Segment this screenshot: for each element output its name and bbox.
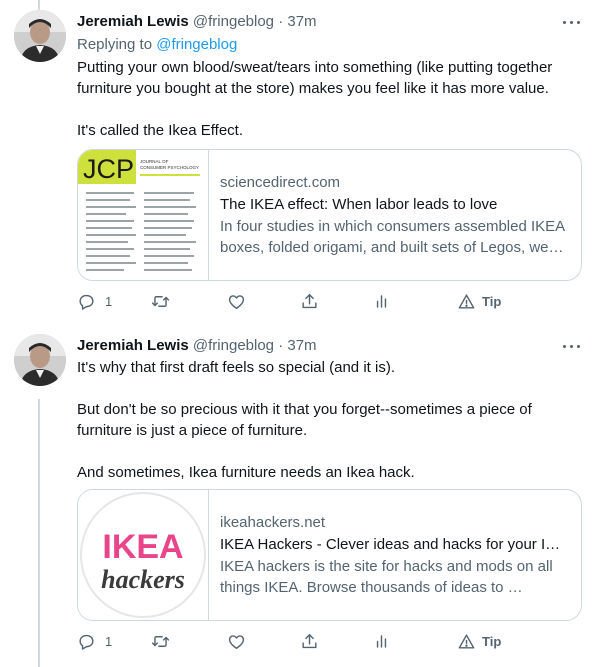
share-icon (302, 633, 317, 648)
separator: · (278, 13, 284, 30)
retweet-button[interactable] (151, 289, 170, 313)
author-name[interactable]: Jeremiah Lewis (77, 337, 189, 354)
card-thumb-subtitle-1: JOURNAL OF (140, 159, 169, 164)
tip-label: Tip (482, 293, 502, 309)
tweet-actions: 1 Tip (70, 629, 590, 653)
tip-label: Tip (482, 633, 502, 649)
tweet-1[interactable]: Jeremiah Lewis @fringeblog · 37m Replyin… (0, 0, 601, 322)
card-thumbnail: IKEA hackers (78, 490, 209, 620)
card-thumb-logo-top: IKEA (102, 528, 183, 566)
replying-prefix: Replying to (77, 36, 157, 53)
tip-icon (458, 293, 475, 309)
tweet-header: Jeremiah Lewis @fringeblog · 37m (77, 12, 317, 32)
card-body: ikeahackers.net IKEA Hackers - Clever id… (220, 512, 570, 598)
tweet-text: Putting your own blood/sweat/tears into … (77, 57, 577, 141)
tweet-paragraph: Putting your own blood/sweat/tears into … (77, 59, 553, 97)
share-icon (302, 293, 317, 308)
analytics-button[interactable] (372, 629, 391, 653)
like-icon (228, 634, 245, 649)
card-domain: sciencedirect.com (220, 174, 341, 191)
card-thumb-logo: JCP (83, 154, 134, 184)
avatar[interactable] (14, 334, 66, 386)
reply-count: 1 (105, 293, 113, 309)
author-name[interactable]: Jeremiah Lewis (77, 13, 189, 30)
more-icon[interactable] (561, 12, 583, 32)
tip-button[interactable]: Tip (457, 289, 501, 313)
link-card[interactable]: IKEA hackers ikeahackers.net IKEA Hacker… (77, 489, 582, 621)
avatar[interactable] (14, 10, 66, 62)
tweet-paragraph: It's why that first draft feels so speci… (77, 359, 395, 376)
timestamp[interactable]: 37m (287, 337, 316, 354)
author-handle[interactable]: @fringeblog (193, 337, 274, 354)
card-thumbnail: JCP JOURNAL OF CONSUMER PSYCHOLOGY (78, 150, 209, 280)
share-button[interactable] (300, 629, 319, 653)
retweet-button[interactable] (151, 629, 170, 653)
card-thumb-subtitle-2: CONSUMER PSYCHOLOGY (140, 165, 199, 170)
analytics-icon (376, 294, 387, 308)
tweet-2[interactable]: Jeremiah Lewis @fringeblog · 37m It's wh… (0, 322, 601, 667)
reply-count: 1 (105, 633, 113, 649)
analytics-icon (376, 634, 387, 648)
card-thumb-logo-bottom: hackers (101, 565, 185, 594)
retweet-icon (151, 295, 170, 307)
card-description: In four studies in which consumers assem… (220, 218, 565, 256)
tip-icon (458, 633, 475, 649)
separator: · (278, 337, 284, 354)
replying-to: Replying to @fringeblog (77, 35, 237, 55)
timestamp[interactable]: 37m (287, 13, 316, 30)
reply-icon (79, 634, 94, 650)
more-icon[interactable] (561, 336, 583, 356)
card-domain: ikeahackers.net (220, 514, 326, 531)
card-title: The IKEA effect: When labor leads to lov… (220, 196, 498, 213)
like-button[interactable] (227, 289, 246, 313)
analytics-button[interactable] (372, 289, 391, 313)
tweet-paragraph: But don't be so precious with it that yo… (77, 401, 532, 439)
tip-button[interactable]: Tip (457, 629, 501, 653)
author-handle[interactable]: @fringeblog (193, 13, 274, 30)
tweet-header: Jeremiah Lewis @fringeblog · 37m (77, 336, 317, 356)
reply-icon (79, 294, 94, 310)
tweet-text: It's why that first draft feels so speci… (77, 357, 577, 483)
replying-handle-link[interactable]: @fringeblog (156, 36, 237, 53)
link-card[interactable]: JCP JOURNAL OF CONSUMER PSYCHOLOGY scien… (77, 149, 582, 281)
like-button[interactable] (227, 629, 246, 653)
tweet-actions: 1 Tip (70, 289, 590, 313)
tweet-paragraph: It's called the Ikea Effect. (77, 122, 244, 139)
reply-button[interactable]: 1 (77, 289, 112, 313)
card-title: IKEA Hackers - Clever ideas and hacks fo… (220, 536, 570, 553)
like-icon (228, 294, 245, 309)
tweet-paragraph: And sometimes, Ikea furniture needs an I… (77, 464, 415, 481)
retweet-icon (151, 635, 170, 647)
share-button[interactable] (300, 289, 319, 313)
card-description: IKEA hackers is the site for hacks and m… (220, 558, 553, 596)
card-body: sciencedirect.com The IKEA effect: When … (220, 172, 570, 258)
reply-button[interactable]: 1 (77, 629, 112, 653)
